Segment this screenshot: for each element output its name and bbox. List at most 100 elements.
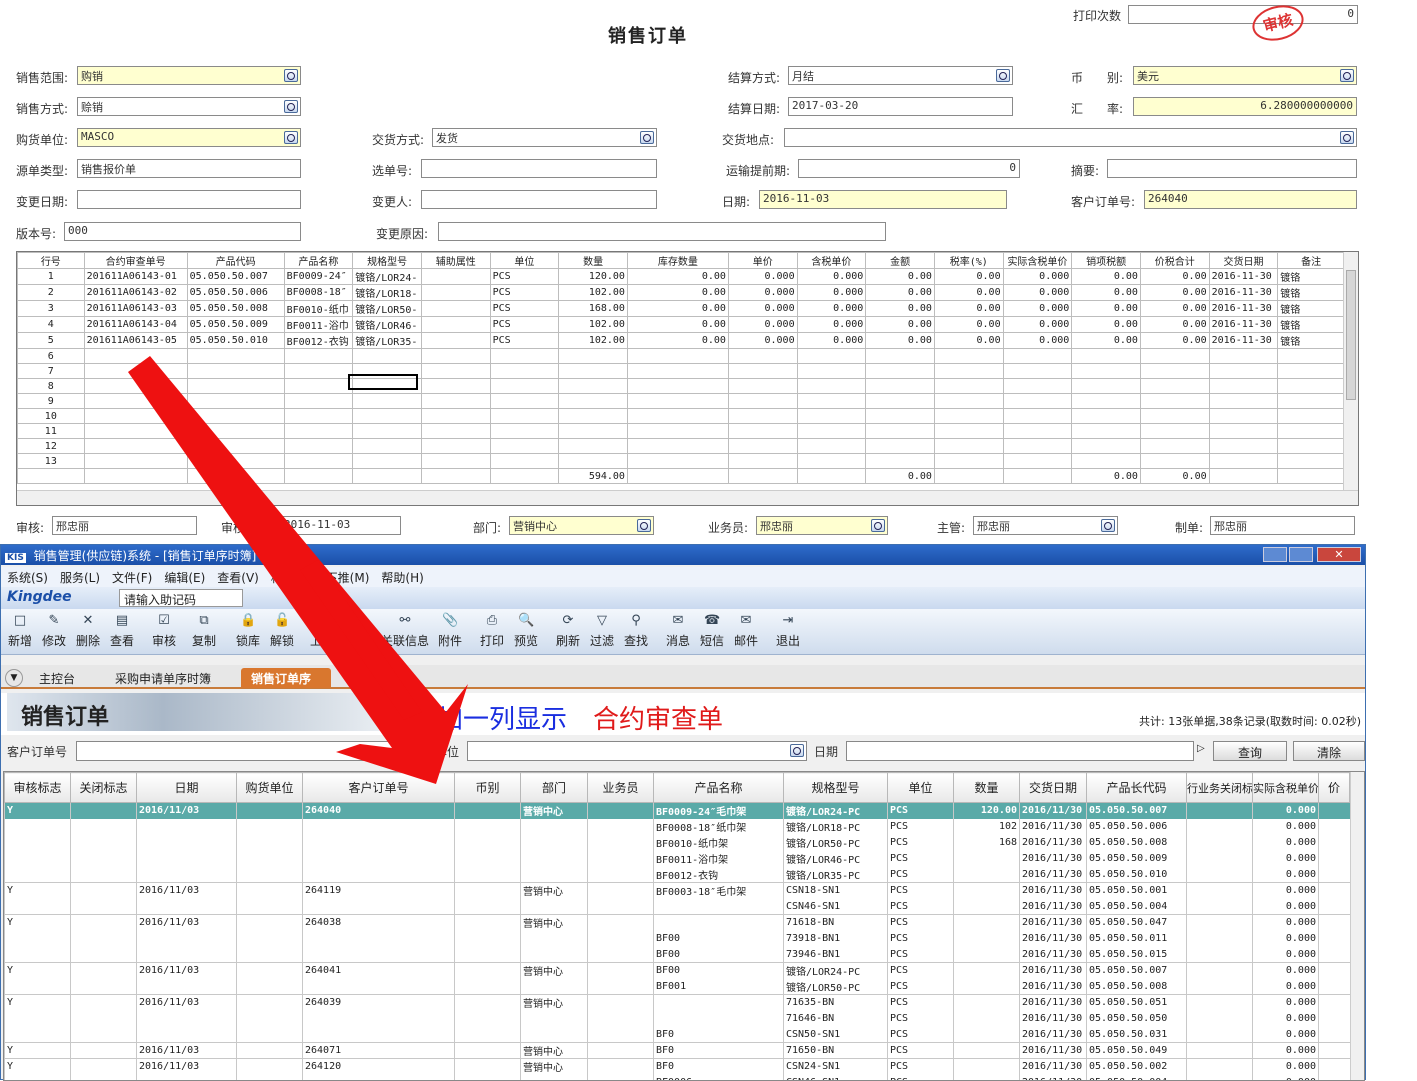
grid2-row[interactable]: Y2016/11/03264040营销中心BF0009-24″毛巾架镀铬/LOR…: [5, 803, 1350, 819]
grid1-cell[interactable]: 镀铬: [1278, 285, 1345, 301]
grid2-cell[interactable]: [455, 1059, 521, 1075]
tab-dropdown-icon[interactable]: ▼: [5, 669, 23, 687]
grid1-header[interactable]: 产品名称: [284, 253, 353, 269]
grid1-cell[interactable]: [1278, 394, 1345, 409]
settle-date-field[interactable]: 2017-03-20: [788, 97, 1013, 116]
grid1-cell[interactable]: 镀铬: [1278, 333, 1345, 349]
grid2-cell[interactable]: 2016/11/30: [1020, 883, 1087, 899]
grid2-cell[interactable]: 0.000: [1253, 883, 1319, 899]
grid2-cell[interactable]: [5, 819, 71, 835]
grid2-cell[interactable]: 264039: [303, 995, 455, 1011]
grid2-cell[interactable]: [588, 883, 654, 899]
grid1-cell[interactable]: [284, 424, 353, 439]
grid1-cell[interactable]: [421, 439, 490, 454]
grid2-cell[interactable]: [137, 835, 237, 851]
grid2-cell[interactable]: [303, 867, 455, 883]
date-field[interactable]: 2016-11-03: [759, 190, 1007, 209]
grid2-cell[interactable]: 05.050.50.047: [1087, 915, 1187, 931]
grid2-cell[interactable]: 05.050.50.031: [1087, 1027, 1187, 1043]
grid2-header[interactable]: 单位: [888, 773, 954, 803]
grid1-cell[interactable]: [421, 333, 490, 349]
grid2-header[interactable]: 数量: [954, 773, 1020, 803]
grid1-cell[interactable]: BF0009-24″: [284, 269, 353, 285]
grid2-cell[interactable]: 05.050.50.004: [1087, 1075, 1187, 1081]
grid1-cell[interactable]: 0.000: [1003, 301, 1072, 317]
grid1-cell[interactable]: [284, 379, 353, 394]
grid2-cell[interactable]: 营销中心: [521, 915, 588, 931]
lock-button[interactable]: 🔒锁库: [231, 613, 265, 649]
menu-item[interactable]: 服务(L): [54, 567, 106, 588]
grid1-cell[interactable]: [421, 317, 490, 333]
grid2-cell[interactable]: 0.000: [1253, 835, 1319, 851]
grid2-cell[interactable]: 2016/11/30: [1020, 963, 1087, 979]
grid1-cell[interactable]: 201611A06143-02: [84, 285, 187, 301]
grid1-header[interactable]: 销项税额: [1072, 253, 1141, 269]
grid2-row[interactable]: 71646-BNPCS2016/11/3005.050.50.0500.000: [5, 1011, 1350, 1027]
grid2-cell[interactable]: [954, 915, 1020, 931]
grid2-cell[interactable]: [954, 851, 1020, 867]
grid1-cell[interactable]: [187, 379, 284, 394]
grid1-cell[interactable]: 2016-11-30: [1209, 269, 1278, 285]
grid1-cell[interactable]: [1278, 424, 1345, 439]
grid2-cell[interactable]: 2016/11/03: [137, 803, 237, 819]
grid2-cell[interactable]: PCS: [888, 979, 954, 995]
grid2-cell[interactable]: [1187, 819, 1253, 835]
grid1-cell[interactable]: 0.00: [866, 285, 935, 301]
grid1-cell[interactable]: 镀铬: [1278, 317, 1345, 333]
grid1-cell[interactable]: 0.000: [797, 333, 866, 349]
grid1-cell[interactable]: 0.00: [627, 333, 728, 349]
grid2-cell[interactable]: [455, 1011, 521, 1027]
unlock-button[interactable]: 🔓解锁: [265, 613, 299, 649]
grid2-cell[interactable]: [455, 931, 521, 947]
grid2-cell[interactable]: [521, 899, 588, 915]
grid1-cell[interactable]: [421, 349, 490, 364]
grid2-cell[interactable]: 05.050.50.008: [1087, 835, 1187, 851]
lookup-icon[interactable]: [1340, 131, 1354, 144]
grid2-row[interactable]: Y2016/11/03264038营销中心71618-BNPCS2016/11/…: [5, 915, 1350, 931]
grid1-cell[interactable]: 0.000: [728, 301, 797, 317]
grid2-cell[interactable]: [137, 931, 237, 947]
grid1-cell[interactable]: 201611A06143-03: [84, 301, 187, 317]
grid2-cell[interactable]: [1187, 883, 1253, 899]
grid2-cell[interactable]: [71, 899, 137, 915]
grid2-cell[interactable]: [588, 915, 654, 931]
grid2-cell[interactable]: [455, 915, 521, 931]
grid1-cell[interactable]: 05.050.50.010: [187, 333, 284, 349]
grid2-cell[interactable]: [1319, 1075, 1350, 1081]
grid1-cell[interactable]: [490, 394, 559, 409]
grid1-cell[interactable]: [1209, 394, 1278, 409]
grid1-cell[interactable]: [284, 394, 353, 409]
grid2-cell[interactable]: 营销中心: [521, 883, 588, 899]
grid1-cell[interactable]: [1140, 424, 1209, 439]
filter-date-input[interactable]: [846, 741, 1194, 761]
grid2-cell[interactable]: [303, 851, 455, 867]
grid1-cell[interactable]: 201611A06143-05: [84, 333, 187, 349]
grid2-cell[interactable]: [455, 1075, 521, 1081]
grid2-cell[interactable]: [137, 851, 237, 867]
grid1-cell[interactable]: [1003, 439, 1072, 454]
grid1-cell[interactable]: 0.00: [866, 301, 935, 317]
grid1-cell[interactable]: [1278, 454, 1345, 469]
grid2-cell[interactable]: 264038: [303, 915, 455, 931]
grid1-cell[interactable]: [1140, 349, 1209, 364]
menu-item[interactable]: 帮助(H): [375, 567, 429, 588]
grid1-cell[interactable]: [559, 439, 628, 454]
lookup-icon[interactable]: [284, 100, 298, 113]
grid2-cell[interactable]: [521, 979, 588, 995]
grid1-row[interactable]: 12: [18, 439, 1345, 454]
grid1-cell[interactable]: [728, 349, 797, 364]
grid2-cell[interactable]: PCS: [888, 883, 954, 899]
filter-cust-order-input[interactable]: [76, 741, 406, 761]
grid2-cell[interactable]: [137, 1075, 237, 1081]
grid1-cell[interactable]: [1003, 379, 1072, 394]
grid2-cell[interactable]: [5, 835, 71, 851]
grid1-cell[interactable]: [627, 454, 728, 469]
grid1-header[interactable]: 产品代码: [187, 253, 284, 269]
copy-button[interactable]: ⧉复制: [187, 613, 221, 649]
grid2-header[interactable]: 交货日期: [1020, 773, 1087, 803]
grid1-cell[interactable]: [797, 439, 866, 454]
horizontal-scrollbar[interactable]: [17, 490, 1358, 505]
view-button[interactable]: ▤查看: [105, 613, 139, 649]
grid1-cell[interactable]: BF0008-18″: [284, 285, 353, 301]
grid1-cell[interactable]: [1278, 409, 1345, 424]
